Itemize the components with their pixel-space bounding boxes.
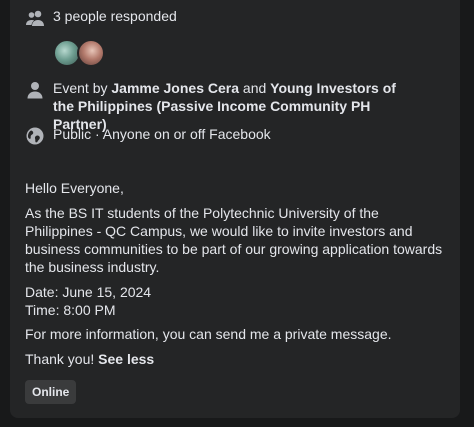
person-icon [24,79,46,101]
description-date: Date: June 15, 2024 [25,284,152,300]
responder-avatars [53,39,105,67]
people-icon [24,7,46,29]
see-less-link[interactable]: See less [98,351,154,367]
privacy-text: Public · Anyone on or off Facebook [53,126,271,142]
responses-count[interactable]: 3 people responded [53,7,177,25]
host-prefix: Event by [53,80,112,96]
host-joiner: and [239,80,271,96]
event-details-card: 3 people responded Event by Jamme Jones … [10,0,460,418]
avatar[interactable] [77,39,105,67]
description-thanks: Thank you! [25,351,99,367]
description-time: Time: 8:00 PM [25,302,116,318]
privacy-row: Public · Anyone on or off Facebook [24,125,271,147]
online-tag[interactable]: Online [25,380,77,404]
host-link-1[interactable]: Jamme Jones Cera [111,80,239,96]
description-thanks-line: Thank you! See less [25,350,445,368]
description-info: For more information, you can send me a … [25,326,392,342]
responses-row: 3 people responded [24,7,177,29]
description-greeting: Hello Everyone, [25,180,124,196]
description-body: As the BS IT students of the Polytechnic… [25,205,443,275]
globe-icon [24,125,46,147]
